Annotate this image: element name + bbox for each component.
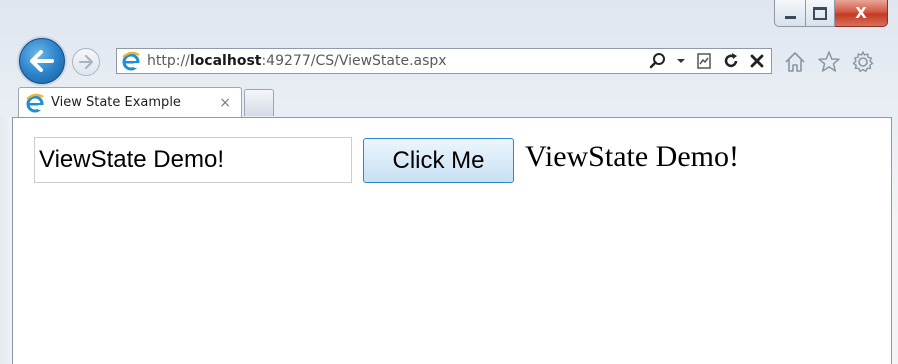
viewstate-label: ViewState Demo!: [525, 140, 739, 173]
url-host: localhost: [189, 53, 262, 69]
window-left-edge: [0, 117, 12, 364]
minimize-icon: [784, 15, 796, 19]
toolbar-icons: [783, 48, 875, 76]
home-icon: [785, 52, 805, 72]
stop-button[interactable]: [749, 53, 765, 69]
window-controls: X: [774, 0, 888, 28]
click-me-button[interactable]: Click Me: [363, 138, 514, 183]
new-tab-button[interactable]: [244, 89, 274, 116]
page-content: Click Me ViewState Demo!: [12, 117, 892, 364]
search-dropdown[interactable]: [676, 57, 686, 65]
tab-title: View State Example: [51, 95, 181, 110]
refresh-button[interactable]: [722, 52, 740, 70]
url-path: :49277/CS/ViewState.aspx: [261, 53, 447, 69]
stop-icon: [750, 54, 764, 68]
forward-arrow-icon: [79, 55, 93, 69]
compat-view-icon: [697, 53, 711, 69]
url-prefix: http://: [147, 53, 190, 69]
close-icon: X: [855, 4, 867, 22]
close-window-button[interactable]: X: [835, 0, 888, 27]
home-button[interactable]: [783, 50, 807, 74]
ie-logo-icon: [121, 51, 141, 71]
tab-ie-logo-icon: [25, 93, 45, 113]
tab-view-state-example[interactable]: View State Example ×: [18, 87, 242, 117]
back-button[interactable]: [19, 38, 65, 84]
minimize-button[interactable]: [774, 0, 806, 27]
search-button[interactable]: [649, 52, 667, 70]
address-tools: [649, 52, 771, 70]
maximize-button[interactable]: [806, 0, 835, 27]
maximize-icon: [813, 6, 827, 20]
tab-close-icon[interactable]: ×: [219, 95, 231, 111]
browser-window: X http://localhost:49277/CS/ViewState.as…: [0, 0, 898, 364]
refresh-icon: [724, 53, 738, 68]
settings-button[interactable]: [851, 50, 875, 74]
url-text: http://localhost:49277/CS/ViewState.aspx: [147, 53, 649, 69]
forward-button[interactable]: [72, 48, 100, 76]
settings-gear-icon: [852, 51, 874, 72]
back-arrow-icon: [30, 50, 54, 72]
address-bar[interactable]: http://localhost:49277/CS/ViewState.aspx: [116, 48, 772, 74]
favorites-button[interactable]: [817, 50, 841, 74]
viewstate-text-input[interactable]: [34, 137, 352, 183]
dropdown-icon: [677, 59, 685, 63]
favorites-star-icon: [818, 51, 840, 72]
search-icon: [649, 53, 665, 69]
compat-view-button[interactable]: [695, 52, 713, 70]
